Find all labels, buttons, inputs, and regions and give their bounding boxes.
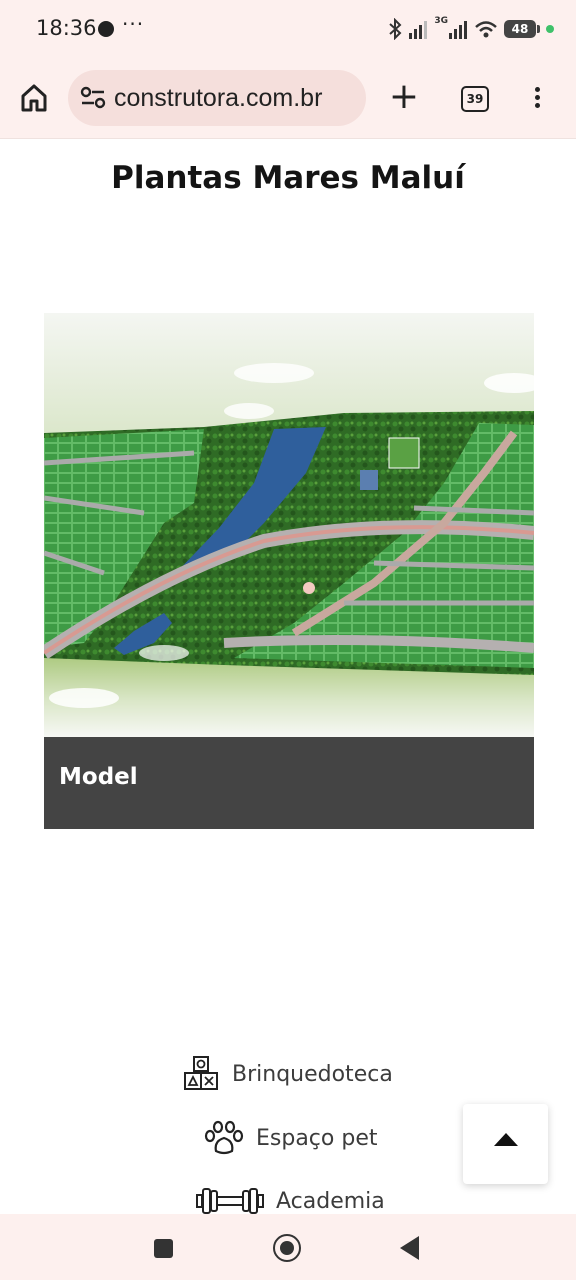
site-plan-image[interactable] [44,313,534,737]
amenity-label: Brinquedoteca [232,1061,393,1087]
status-bar: 18:36 ··· 3G 48 [0,0,576,58]
browser-toolbar: construtora.com.br + 39 [0,58,576,139]
status-time: 18:36 [36,16,97,40]
network-type-label: 3G [434,16,448,26]
overflow-menu-icon[interactable] [532,84,542,114]
notification-dot-icon [98,21,114,37]
signal-icon-2 [449,21,467,39]
tab-switcher-button[interactable]: 39 [461,86,489,112]
site-plan-illustration [44,313,534,737]
amenity-label: Espaço pet [256,1125,378,1151]
back-icon[interactable] [400,1236,419,1260]
scroll-to-top-button[interactable] [463,1104,548,1184]
battery-icon: 48 [504,20,540,38]
status-icons: 3G 48 [388,16,554,42]
address-bar[interactable]: construtora.com.br [68,70,366,126]
bluetooth-icon [389,18,402,40]
home-icon[interactable] [16,80,52,116]
paw-icon [204,1120,244,1155]
new-tab-button[interactable]: + [388,78,420,118]
amenity-label: Academia [276,1188,385,1214]
url-text[interactable]: construtora.com.br [114,84,358,113]
site-settings-icon[interactable] [80,86,106,110]
amenity-espaco-pet: Espaço pet [204,1118,377,1158]
signal-icon [409,21,428,39]
page-title: Plantas Mares Maluí [111,160,465,196]
more-notifications-icon: ··· [122,12,145,36]
wifi-icon [475,21,497,38]
dumbbell-icon [196,1188,264,1214]
image-caption-bar: Model [44,737,534,829]
toy-blocks-icon [184,1056,218,1090]
home-nav-icon[interactable] [273,1234,301,1262]
amenity-brinquedoteca: Brinquedoteca [182,1054,393,1094]
system-nav-bar [0,1214,576,1280]
recents-icon[interactable] [154,1239,173,1258]
image-caption: Model [59,764,138,790]
privacy-indicator-icon [546,25,554,33]
